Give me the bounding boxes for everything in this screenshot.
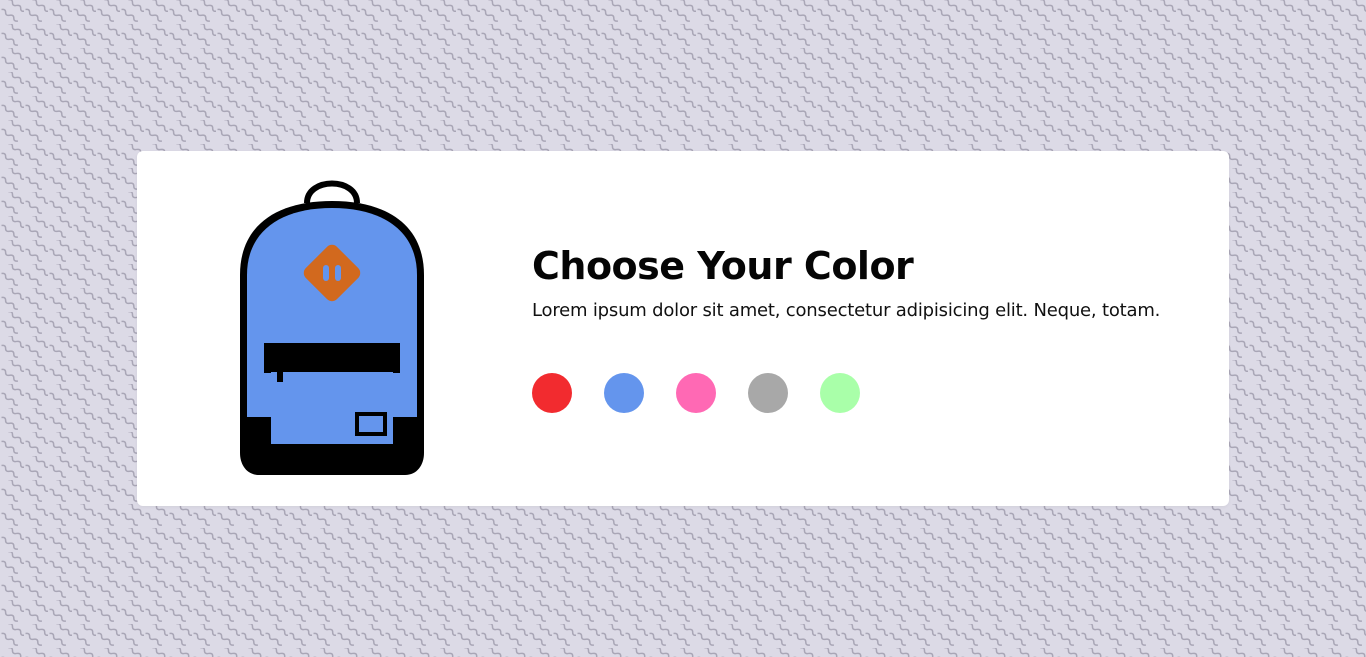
backpack-pocket-band (264, 343, 400, 373)
product-card: Choose Your Color Lorem ipsum dolor sit … (137, 151, 1229, 506)
product-title: Choose Your Color (532, 244, 914, 288)
backpack-zipper (277, 372, 283, 382)
color-swatch-red[interactable] (532, 373, 572, 413)
backpack-handle (304, 180, 360, 204)
backpack-patch-slot-left (323, 265, 329, 281)
color-swatch-blue[interactable] (604, 373, 644, 413)
color-swatch-list (532, 373, 1212, 413)
backpack-patch-slot-right (335, 265, 341, 281)
product-description: Lorem ipsum dolor sit amet, consectetur … (532, 300, 1161, 321)
product-info: Choose Your Color Lorem ipsum dolor sit … (532, 243, 1212, 413)
color-swatch-gray[interactable] (748, 373, 788, 413)
backpack-icon (240, 180, 424, 475)
color-swatch-pink[interactable] (676, 373, 716, 413)
color-swatch-green[interactable] (820, 373, 860, 413)
